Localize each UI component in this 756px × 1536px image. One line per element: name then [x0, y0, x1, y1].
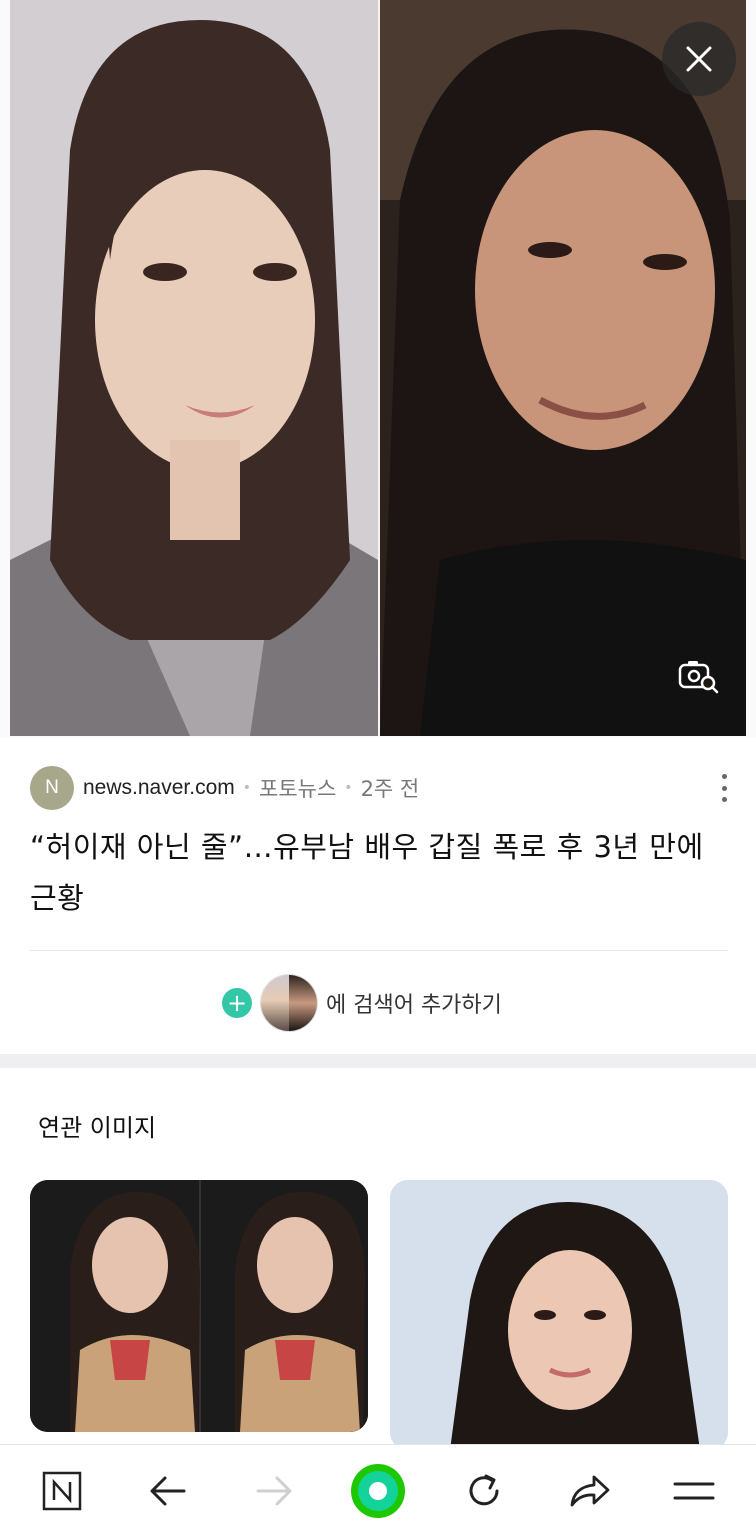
- more-vertical-icon: [721, 774, 727, 779]
- portrait-right-illustration: [380, 0, 746, 736]
- forward-arrow-icon: [256, 1476, 292, 1506]
- add-search-term-button[interactable]: + 에 검색어 추가하기: [222, 972, 502, 1034]
- related-image-2-illustration: [390, 1180, 728, 1450]
- refresh-button[interactable]: [454, 1461, 514, 1521]
- separator-dot: •: [242, 780, 252, 796]
- divider: [30, 950, 728, 951]
- related-images-title: 연관 이미지: [38, 1114, 157, 1142]
- image-search-icon: [678, 661, 719, 694]
- back-arrow-icon: [150, 1476, 186, 1506]
- refresh-icon: [469, 1474, 499, 1506]
- more-dot: [721, 797, 727, 802]
- photo-viewer: [0, 0, 756, 738]
- related-image-2[interactable]: [390, 1180, 728, 1450]
- photo-right[interactable]: [380, 0, 746, 736]
- share-icon: [570, 1475, 610, 1507]
- menu-button[interactable]: [664, 1461, 724, 1521]
- article-source[interactable]: N news.naver.com • 포토뉴스 • 2주 전: [30, 766, 730, 810]
- photo-left[interactable]: [10, 0, 378, 736]
- more-options-button[interactable]: [710, 772, 738, 804]
- article-time: 2주 전: [360, 777, 420, 801]
- naver-home-button[interactable]: [32, 1461, 92, 1521]
- search-term-thumbnail: [260, 974, 318, 1032]
- add-search-label: 에 검색어 추가하기: [326, 993, 502, 1018]
- section-divider: [0, 1054, 756, 1068]
- browser-bottom-bar: [0, 1444, 756, 1536]
- related-image-1[interactable]: [30, 1180, 368, 1432]
- portrait-left-illustration: [10, 0, 378, 736]
- share-button[interactable]: [560, 1461, 620, 1521]
- plus-icon: +: [222, 988, 252, 1018]
- close-icon: [686, 46, 712, 72]
- article-headline[interactable]: “허이재 아닌 줄”…유부남 배우 갑질 폭로 후 3년 만에 근황: [30, 822, 730, 924]
- naver-home-icon: [42, 1471, 82, 1511]
- source-domain[interactable]: news.naver.com: [83, 776, 235, 800]
- image-search-button[interactable]: [672, 650, 726, 704]
- menu-icon: [673, 1482, 715, 1500]
- forward-button[interactable]: [244, 1461, 304, 1521]
- source-logo: N: [30, 766, 74, 810]
- more-dot: [721, 785, 727, 791]
- related-image-1-illustration: [30, 1180, 368, 1432]
- separator-dot: •: [344, 780, 353, 796]
- back-button[interactable]: [138, 1461, 198, 1521]
- green-dot-icon: [351, 1464, 405, 1518]
- green-dot-button[interactable]: [348, 1461, 408, 1521]
- article-category: 포토뉴스: [259, 777, 337, 801]
- close-button[interactable]: [662, 22, 736, 96]
